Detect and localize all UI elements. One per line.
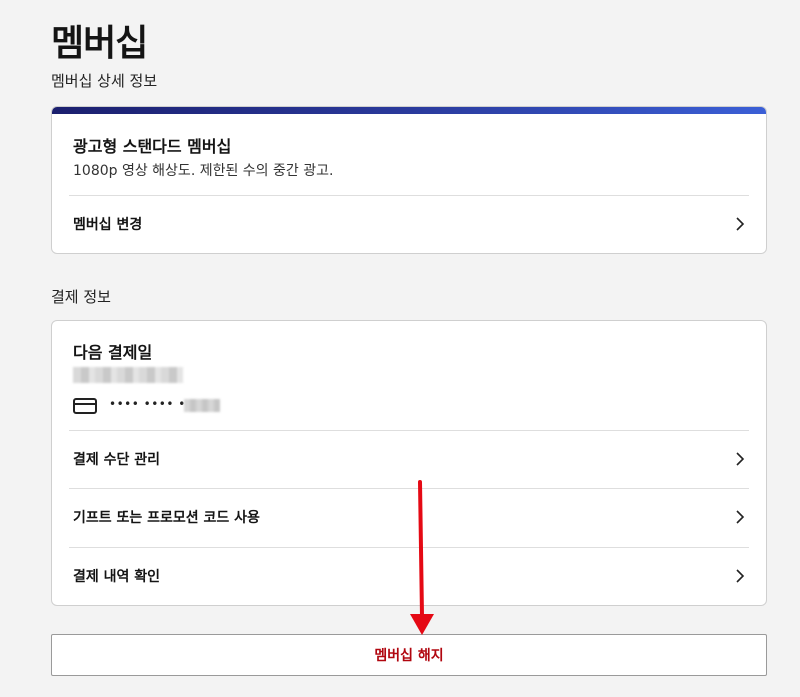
chevron-right-icon: [736, 452, 745, 466]
chevron-right-icon: [736, 510, 745, 524]
change-plan-label: 멤버십 변경: [73, 217, 143, 233]
plan-name: 광고형 스탠다드 멤버십: [73, 137, 232, 156]
chevron-right-icon: [736, 569, 745, 583]
page-title: 멤버십: [51, 23, 148, 64]
next-billing-date-redacted: [73, 367, 183, 383]
annotation-arrow-icon: [410, 480, 434, 635]
change-plan-row[interactable]: 멤버십 변경: [69, 196, 749, 252]
chevron-right-icon: [736, 217, 745, 231]
credit-card-icon: [73, 398, 97, 414]
manage-payment-label: 결제 수단 관리: [73, 452, 161, 468]
next-billing-title: 다음 결제일: [73, 343, 153, 362]
card-last4-redacted: [184, 399, 220, 412]
plan-card: 광고형 스탠다드 멤버십 1080p 영상 해상도. 제한된 수의 중간 광고.…: [51, 106, 767, 254]
payment-section-label: 결제 정보: [51, 288, 111, 306]
membership-section-label: 멤버십 상세 정보: [51, 72, 158, 90]
plan-accent-bar: [52, 107, 766, 114]
plan-description: 1080p 영상 해상도. 제한된 수의 중간 광고.: [73, 163, 334, 179]
cancel-membership-button[interactable]: 멤버십 해지: [51, 634, 767, 676]
